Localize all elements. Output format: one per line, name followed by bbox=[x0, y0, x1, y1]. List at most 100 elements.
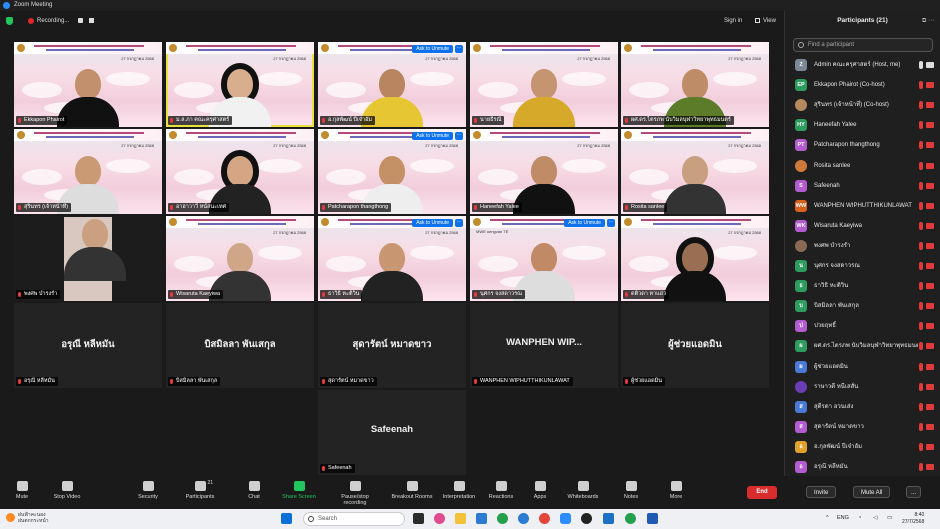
participant-row[interactable]: Rosita sanlee bbox=[785, 156, 940, 176]
pause-recording-icon[interactable] bbox=[78, 18, 83, 23]
muted-mic-icon[interactable] bbox=[919, 181, 923, 190]
participant-row[interactable]: น นุศกร จงสดาวรณ bbox=[785, 256, 940, 276]
view-button[interactable]: View bbox=[763, 16, 776, 26]
participant-row[interactable]: WW WANPHEN WIPHUTTHIKUNLAWAT bbox=[785, 196, 940, 216]
camera-off-icon[interactable] bbox=[926, 343, 934, 350]
muted-mic-icon[interactable] bbox=[919, 382, 923, 391]
photos-icon[interactable] bbox=[603, 513, 614, 524]
participant-row[interactable]: อ อรุณี หลีหมัน bbox=[785, 457, 940, 477]
toolbar-security-button[interactable]: Security bbox=[123, 481, 173, 500]
camera-off-icon[interactable] bbox=[926, 383, 934, 390]
participant-row[interactable]: พงศพ บำรงรำ bbox=[785, 236, 940, 256]
participant-row[interactable]: ราษาวดี หนีเสสั่น bbox=[785, 377, 940, 397]
video-tile[interactable]: 27 กรกฎาคม 2568 ดติวดา หาแอ่ว bbox=[621, 216, 769, 301]
edge-icon[interactable] bbox=[518, 513, 529, 524]
taskview-icon[interactable] bbox=[413, 513, 424, 524]
video-tile[interactable]: 27 กรกฎาคม 2568 Rosita sanlee bbox=[621, 129, 769, 214]
volume-icon[interactable]: ◁ bbox=[873, 515, 877, 521]
toolbar-pause-stop-recording-button[interactable]: Pause/stop recording bbox=[330, 481, 380, 506]
tile-more-button[interactable]: ··· bbox=[607, 219, 615, 227]
store-icon[interactable] bbox=[476, 513, 487, 524]
camera-off-icon[interactable] bbox=[926, 222, 934, 229]
muted-mic-icon[interactable] bbox=[919, 322, 923, 331]
muted-mic-icon[interactable] bbox=[919, 442, 923, 451]
participant-row[interactable]: HY Haneefah Yalee bbox=[785, 115, 940, 135]
muted-mic-icon[interactable] bbox=[919, 101, 923, 110]
participant-row[interactable]: บ บิสมิลลา พันเสกุล bbox=[785, 296, 940, 316]
invite-button[interactable]: Invite bbox=[806, 486, 837, 498]
copilot-icon[interactable] bbox=[434, 513, 445, 524]
video-tile[interactable]: ผู้ช่วยแอดมิน ผู้ช่วยแอดมิน bbox=[621, 303, 769, 388]
video-tile[interactable]: พงศพ บำรงรำ bbox=[14, 216, 162, 301]
taskbar-search-input[interactable]: Search bbox=[303, 512, 405, 526]
toolbar-breakout-rooms-button[interactable]: Breakout Rooms bbox=[387, 481, 437, 500]
start-icon[interactable] bbox=[281, 513, 292, 524]
muted-mic-icon[interactable] bbox=[919, 342, 923, 351]
camera-off-icon[interactable] bbox=[926, 464, 934, 470]
tile-more-button[interactable]: ··· bbox=[455, 45, 463, 53]
participant-row[interactable]: Z Admin คณะครุศาสตร์ (Host, me) bbox=[785, 55, 940, 75]
tray-chevron-icon[interactable]: ^ bbox=[826, 515, 829, 521]
toolbar-mute-button[interactable]: Mute bbox=[0, 481, 47, 500]
video-tile[interactable]: 27 กรกฎาคม 2568 Ekkapon Phairot bbox=[14, 42, 162, 127]
video-tile[interactable]: บิสมิลลา พันเสกุล บิสมิลลา พันเสกุล bbox=[166, 303, 314, 388]
chrome-icon[interactable] bbox=[539, 513, 550, 524]
panel-more-button[interactable]: ... bbox=[906, 486, 922, 498]
line-icon[interactable] bbox=[497, 513, 508, 524]
toolbar-more-button[interactable]: More bbox=[651, 481, 701, 500]
toolbar-share-screen-button[interactable]: Share Screen bbox=[274, 481, 324, 500]
toolbar-participants-button[interactable]: Participants 21 bbox=[175, 480, 225, 500]
participant-row[interactable]: อ อ.กุลพัฒน์ ปีเจ๋าอัม bbox=[785, 437, 940, 457]
video-tile[interactable]: Safeenah Safeenah bbox=[318, 390, 466, 475]
participant-row[interactable]: ธ ธาวิธิ หะติวิน bbox=[785, 276, 940, 296]
camera-off-icon[interactable] bbox=[926, 403, 934, 410]
tile-more-button[interactable]: ··· bbox=[455, 132, 463, 140]
sign-in-link[interactable]: Sign in bbox=[724, 16, 742, 26]
media-player-icon[interactable] bbox=[581, 513, 592, 524]
muted-mic-icon[interactable] bbox=[919, 241, 923, 250]
video-tile[interactable]: อรุณี หลีหมัน อรุณี หลีหมัน bbox=[14, 303, 162, 388]
recording-label[interactable]: Recording... bbox=[37, 16, 69, 26]
stop-recording-icon[interactable] bbox=[89, 18, 94, 23]
participant-row[interactable]: ผ ผศ.ดร.ไตรภพ นับวิมลนุฬาวิทยาพุทธมนตร์ bbox=[785, 336, 940, 356]
ask-to-unmute-button[interactable]: Ask to Unmute bbox=[412, 132, 453, 140]
popout-icon[interactable]: ⧉ ⋯ bbox=[922, 17, 934, 25]
participant-row[interactable]: ผ ผู้ช่วยแอดมิน bbox=[785, 357, 940, 377]
toolbar-notes-button[interactable]: Notes bbox=[606, 481, 656, 500]
participant-row[interactable]: EP Ekkapon Phairot (Co-host) bbox=[785, 75, 940, 95]
muted-mic-icon[interactable] bbox=[919, 402, 923, 411]
video-tile[interactable]: 27 กรกฎาคม 2568 Ask to Unmute ··· ธาวิธิ หะ… bbox=[318, 216, 466, 301]
camera-off-icon[interactable] bbox=[926, 323, 934, 330]
camera-off-icon[interactable] bbox=[926, 122, 934, 129]
video-tile[interactable]: MWE uengvan TE Ask to Unmute ··· นุศกร จงสด… bbox=[470, 216, 618, 301]
video-tile[interactable]: 27 กรกฎาคม 2568 สุรินทร (เจ้าหน้าที่) bbox=[14, 129, 162, 214]
muted-mic-icon[interactable] bbox=[919, 362, 923, 371]
video-tile[interactable]: 27 กรกฎาคม 2568 ม.ล.ภา คณะครุศาสตร์ bbox=[166, 42, 314, 127]
participant-search-input[interactable]: Find a participant bbox=[793, 38, 933, 52]
video-tile[interactable]: 27 กรกฎาคม 2568 Haneefah Yalee bbox=[470, 129, 618, 214]
video-tile[interactable]: 27 กรกฎาคม 2568 Ask to Unmute ··· อ.กุลพัฒน… bbox=[318, 42, 466, 127]
muted-mic-icon[interactable] bbox=[919, 81, 923, 90]
muted-mic-icon[interactable] bbox=[919, 121, 923, 130]
taskbar-clock[interactable]: 8:40 27/7/2568 bbox=[902, 512, 924, 526]
participant-row[interactable]: PT Patcharapon thangthong bbox=[785, 135, 940, 155]
language-indicator[interactable]: ENG bbox=[837, 515, 849, 521]
camera-off-icon[interactable] bbox=[926, 102, 934, 109]
word-icon[interactable] bbox=[647, 513, 658, 524]
camera-off-icon[interactable] bbox=[926, 283, 934, 290]
muted-mic-icon[interactable] bbox=[919, 201, 923, 210]
muted-mic-icon[interactable] bbox=[919, 422, 923, 431]
camera-off-icon[interactable] bbox=[926, 162, 934, 169]
camera-off-icon[interactable] bbox=[926, 303, 934, 310]
camera-off-icon[interactable] bbox=[926, 242, 934, 249]
video-tile[interactable]: สุดารัตน์ หมาดขาว สุดารัตน์ หมาดขาว bbox=[318, 303, 466, 388]
zoom-taskbar-icon[interactable] bbox=[560, 513, 571, 524]
camera-off-icon[interactable] bbox=[926, 423, 934, 430]
mute-all-button[interactable]: Mute All bbox=[853, 486, 891, 498]
muted-mic-icon[interactable] bbox=[919, 141, 923, 150]
line-app-icon[interactable] bbox=[625, 513, 636, 524]
tile-more-button[interactable]: ··· bbox=[455, 219, 463, 227]
muted-mic-icon[interactable] bbox=[919, 221, 923, 230]
video-tile[interactable]: 27 กรกฎาคม 2568 อาฮาวาวี หน์สนะเทศ bbox=[166, 129, 314, 214]
ask-to-unmute-button[interactable]: Ask to Unmute bbox=[412, 45, 453, 53]
